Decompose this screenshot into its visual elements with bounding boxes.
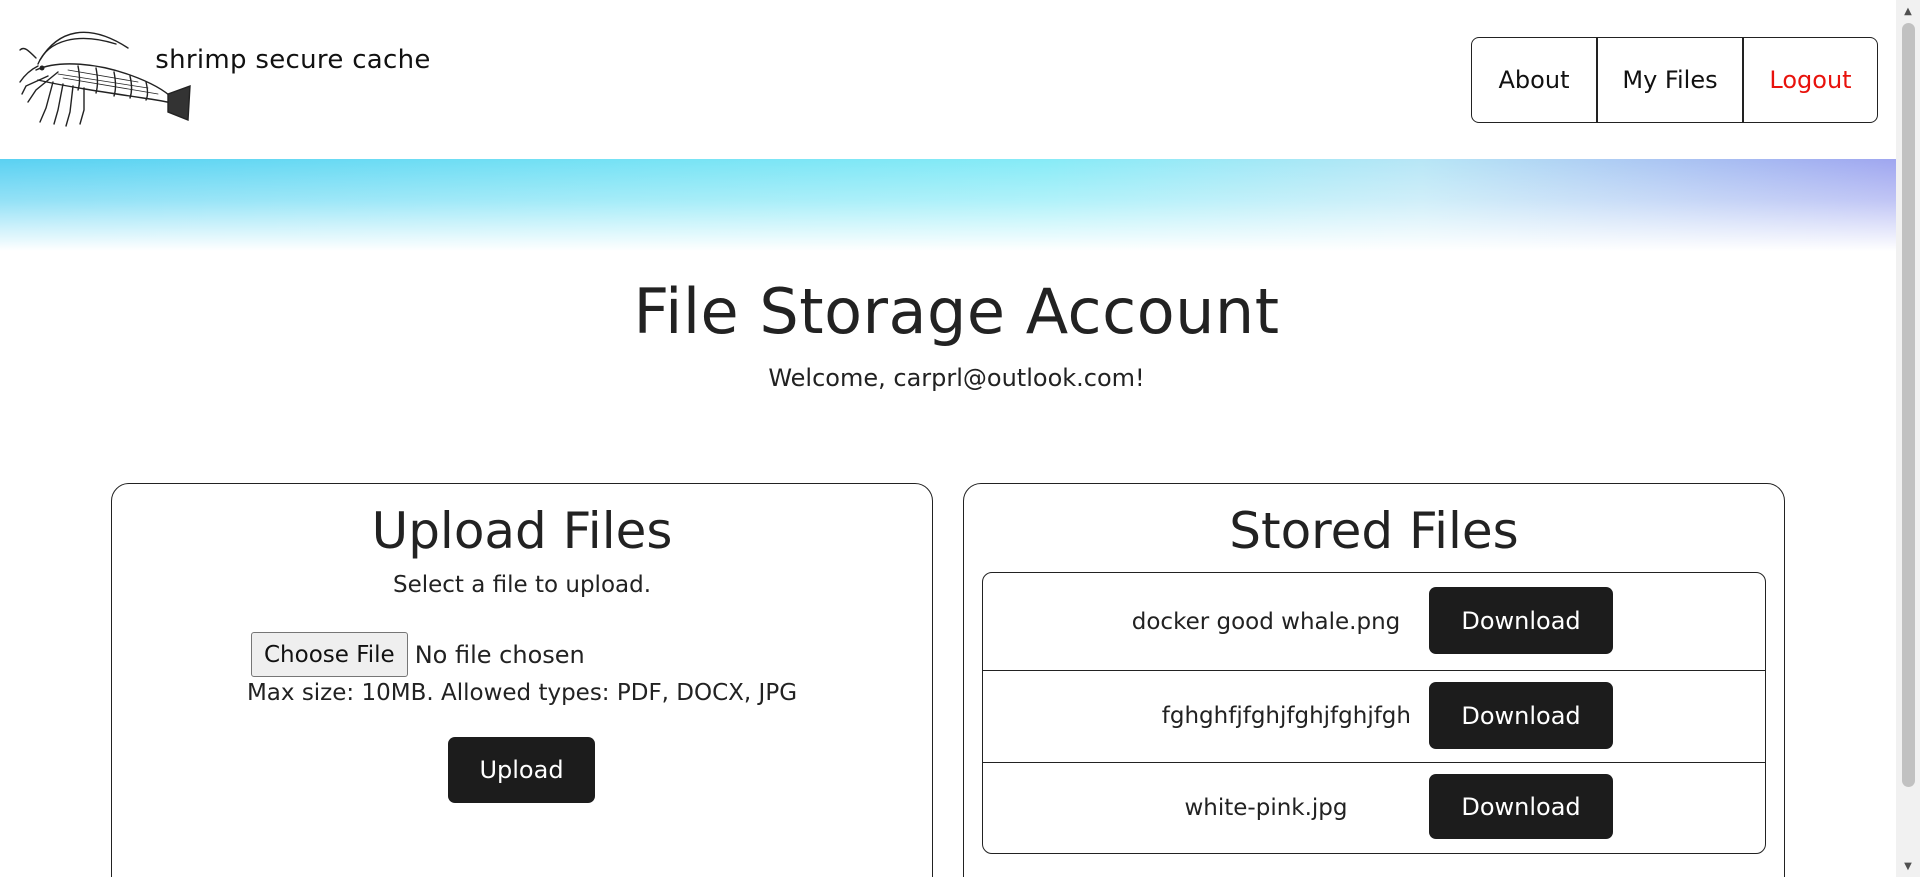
nav-my-files[interactable]: My Files xyxy=(1596,38,1742,122)
vertical-scrollbar[interactable]: ▲ ▼ xyxy=(1896,0,1920,877)
scroll-up-arrow-icon[interactable]: ▲ xyxy=(1896,0,1920,22)
stored-files-title: Stored Files xyxy=(1229,502,1519,560)
file-list: docker good whale.png Download fghghfjfg… xyxy=(982,572,1766,854)
download-button[interactable]: Download xyxy=(1429,774,1613,839)
choose-file-button[interactable]: Choose File xyxy=(251,632,408,677)
scrollbar-thumb[interactable] xyxy=(1902,23,1915,787)
logo[interactable]: shrimp secure cache xyxy=(18,20,430,135)
list-item: fghghfjfghjfghjfghjfgh Download xyxy=(983,670,1765,762)
site-header: shrimp secure cache About My Files Logou… xyxy=(0,0,1896,160)
upload-hint: Select a file to upload. xyxy=(392,572,652,598)
shrimp-icon xyxy=(19,31,191,127)
logo-text: shrimp secure cache xyxy=(155,45,431,75)
scroll-down-arrow-icon[interactable]: ▼ xyxy=(1896,855,1920,877)
upload-title: Upload Files xyxy=(371,502,673,560)
file-input[interactable]: Choose File No file chosen xyxy=(251,632,585,677)
upload-limits: Max size: 10MB. Allowed types: PDF, DOCX… xyxy=(246,680,798,706)
list-item: white-pink.jpg Download xyxy=(983,762,1765,853)
file-status: No file chosen xyxy=(414,640,585,669)
file-name: fghghfjfghjfghjfghjfgh xyxy=(1161,703,1411,729)
file-name: docker good whale.png xyxy=(1131,608,1401,635)
page: shrimp secure cache About My Files Logou… xyxy=(0,0,1896,877)
nav-logout[interactable]: Logout xyxy=(1742,38,1877,122)
file-name: white-pink.jpg xyxy=(1184,795,1348,821)
list-item: docker good whale.png Download xyxy=(983,573,1765,670)
page-title: File Storage Account xyxy=(633,275,1280,348)
upload-button[interactable]: Upload xyxy=(448,737,595,803)
download-button[interactable]: Download xyxy=(1429,587,1613,654)
main-nav: About My Files Logout xyxy=(1471,37,1878,123)
welcome-message: Welcome, carprl@outlook.com! xyxy=(768,364,1145,392)
gradient-banner xyxy=(0,159,1896,251)
download-button[interactable]: Download xyxy=(1429,682,1613,749)
nav-about[interactable]: About xyxy=(1472,38,1596,122)
